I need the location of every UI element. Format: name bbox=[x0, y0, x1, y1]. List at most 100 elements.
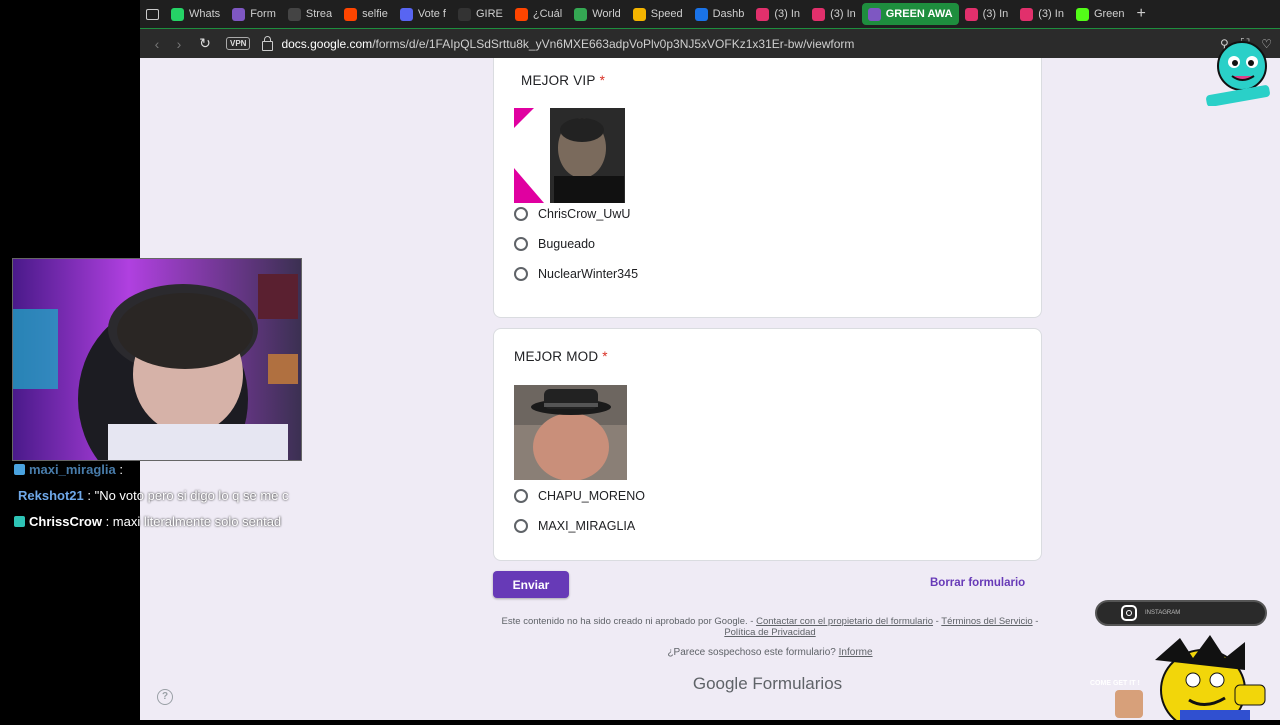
question-title: MEJOR MOD * bbox=[514, 349, 608, 364]
tab-label: Form bbox=[250, 8, 276, 20]
w-logo-icon bbox=[287, 7, 301, 21]
radio-option[interactable]: MAXI_MIRAGLIA bbox=[514, 519, 635, 533]
browser-tab[interactable]: (3) In bbox=[750, 3, 806, 25]
mascot-sticker-bottom bbox=[1085, 630, 1280, 725]
instagram-icon bbox=[964, 7, 978, 21]
instagram-icon bbox=[812, 7, 826, 21]
instagram-text: INSTAGRAM bbox=[1145, 610, 1181, 616]
report-link[interactable]: Informe bbox=[839, 647, 873, 658]
chat-badge-icon bbox=[14, 516, 25, 527]
tab-icon-only[interactable] bbox=[140, 3, 165, 25]
webcam-overlay bbox=[12, 258, 302, 461]
instagram-icon bbox=[1020, 7, 1034, 21]
radio-button[interactable] bbox=[514, 267, 528, 281]
instagram-overlay: INSTAGRAM bbox=[1095, 600, 1267, 626]
tab-label: (3) In bbox=[1038, 8, 1064, 20]
browser-tab[interactable]: Form bbox=[226, 3, 282, 25]
radio-button[interactable] bbox=[514, 237, 528, 251]
browser-tab[interactable]: (3) In bbox=[1014, 3, 1070, 25]
browser-tab[interactable]: Green bbox=[1070, 3, 1131, 25]
radio-option[interactable]: Bugueado bbox=[514, 237, 595, 251]
chat-text: : maxi literalmente solo sentad bbox=[101, 514, 282, 529]
privacy-link[interactable]: Política de Privacidad bbox=[724, 627, 815, 638]
radio-option[interactable]: CHAPU_MORENO bbox=[514, 489, 645, 503]
lock-icon[interactable] bbox=[262, 35, 274, 51]
option-label: MAXI_MIRAGLIA bbox=[538, 519, 636, 533]
forms-icon bbox=[232, 7, 246, 21]
stream-chat: maxi_miraglia : Rekshot21 : "No voto per… bbox=[14, 457, 304, 535]
tab-label: ¿Cuál bbox=[532, 8, 563, 20]
tiktok-icon bbox=[457, 7, 471, 21]
browser-tab[interactable]: GIRE bbox=[452, 3, 509, 25]
question-image-vip bbox=[514, 108, 625, 203]
radio-button[interactable] bbox=[514, 207, 528, 221]
kick-icon bbox=[1075, 7, 1089, 21]
chat-username: Rekshot21 bbox=[18, 488, 84, 503]
separator: - bbox=[1032, 616, 1039, 627]
browser-tab[interactable]: ¿Cuál bbox=[509, 3, 568, 25]
required-asterisk: * bbox=[602, 349, 608, 364]
url-domain: docs.google.com bbox=[281, 36, 373, 51]
address-bar: ‹ › ↻ VPN docs.google.com/forms/d/e/1FAI… bbox=[140, 28, 1280, 58]
question-title-text: MEJOR MOD bbox=[514, 349, 599, 364]
browser-tab[interactable]: Speed bbox=[627, 3, 689, 25]
contact-owner-link[interactable]: Contactar con el propietario del formula… bbox=[756, 616, 933, 627]
option-label: NuclearWinter345 bbox=[538, 267, 639, 281]
browser-tab[interactable]: (3) In bbox=[959, 3, 1015, 25]
question-title-text: MEJOR VIP bbox=[521, 73, 596, 88]
option-label: Bugueado bbox=[538, 237, 596, 251]
tab-label: Green bbox=[1093, 8, 1125, 20]
browser-tab[interactable]: Strea bbox=[282, 3, 338, 25]
tab-label: World bbox=[592, 8, 621, 20]
question-title: MEJOR VIP * bbox=[521, 73, 605, 88]
suspicious-text: ¿Parece sospechoso este formulario? bbox=[667, 647, 839, 658]
browser-tab[interactable]: (3) In bbox=[806, 3, 862, 25]
reddit-icon bbox=[344, 7, 358, 21]
speed-icon bbox=[632, 7, 646, 21]
tab-label: (3) In bbox=[830, 8, 856, 20]
tab-label: Speed bbox=[650, 8, 683, 20]
tab-label: Dashb bbox=[712, 8, 745, 20]
question-image-mod bbox=[514, 385, 627, 480]
clear-form-button[interactable]: Borrar formulario bbox=[930, 577, 1025, 589]
instagram-icon bbox=[1121, 605, 1137, 621]
browser-tab[interactable]: Vote f bbox=[394, 3, 452, 25]
url-path: /forms/d/e/1FAIpQLSdSrttu8k_yVn6MXE663ad… bbox=[372, 36, 855, 51]
globe-icon bbox=[574, 7, 588, 21]
tab-label: GIRE bbox=[475, 8, 503, 20]
browser-tab[interactable]: selfie bbox=[338, 3, 394, 25]
forward-icon[interactable]: › bbox=[168, 36, 190, 52]
radio-button[interactable] bbox=[514, 489, 528, 503]
option-label: ChrisCrow_UwU bbox=[538, 207, 631, 221]
chat-message: maxi_miraglia : bbox=[14, 457, 304, 483]
whatsapp-icon bbox=[171, 7, 184, 21]
question-card-mejor-mod: MEJOR MOD * CHAPU_MORENO MAXI_MIRAGLIA bbox=[493, 328, 1042, 561]
url-field[interactable]: docs.google.com/forms/d/e/1FAIpQLSdSrttu… bbox=[281, 37, 854, 51]
radio-button[interactable] bbox=[514, 519, 528, 533]
instagram-icon bbox=[756, 7, 770, 21]
vpn-badge[interactable]: VPN bbox=[226, 37, 251, 50]
browser-tab[interactable]: GREEN AWA bbox=[861, 3, 959, 25]
chat-text: : bbox=[115, 462, 123, 477]
browser-tab[interactable]: Dashb bbox=[689, 3, 751, 25]
radio-option[interactable]: ChrisCrow_UwU bbox=[514, 207, 630, 221]
submit-button[interactable]: Enviar bbox=[493, 571, 569, 598]
tab-bar: Whats Form Strea selfie Vote f GIRE ¿Cuál World… bbox=[140, 0, 1280, 28]
help-icon[interactable]: ? bbox=[157, 689, 173, 705]
chat-username: ChrissCrow bbox=[29, 514, 102, 529]
radio-option[interactable]: NuclearWinter345 bbox=[514, 267, 638, 281]
tab-label: (3) In bbox=[982, 8, 1009, 20]
reddit-icon bbox=[514, 7, 528, 21]
chat-badge-icon bbox=[14, 464, 25, 475]
disclaimer-text: Este contenido no ha sido creado ni apro… bbox=[501, 616, 757, 627]
reload-icon[interactable]: ↻ bbox=[194, 35, 216, 52]
terms-link[interactable]: Términos del Servicio bbox=[941, 616, 1032, 627]
tab-label: Strea bbox=[305, 8, 333, 20]
back-icon[interactable]: ‹ bbox=[146, 36, 168, 52]
browser-tab[interactable]: Whats bbox=[165, 3, 226, 25]
disclaimer: Este contenido no ha sido creado ni apro… bbox=[500, 616, 1040, 638]
browser-tab[interactable]: World bbox=[568, 3, 627, 25]
tab-label: Vote f bbox=[417, 8, 446, 20]
brand-forms: Formularios bbox=[752, 674, 843, 693]
new-tab-button[interactable]: + bbox=[1131, 3, 1152, 25]
